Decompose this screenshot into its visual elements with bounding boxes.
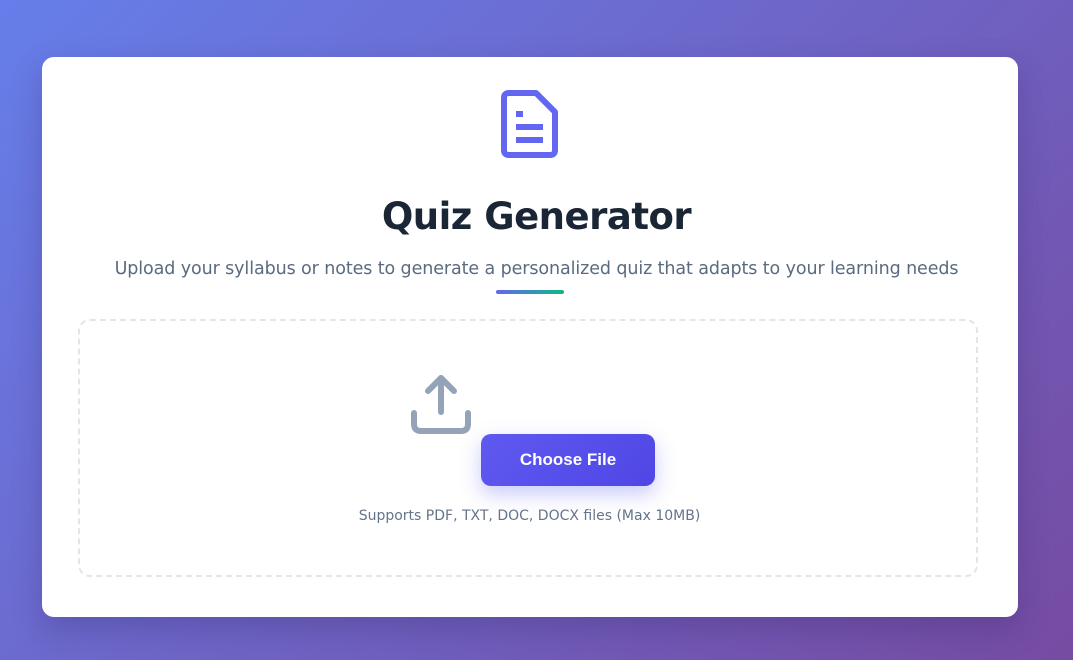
document-icon (501, 90, 558, 158)
page-title: Quiz Generator (381, 195, 692, 238)
choose-file-button[interactable]: Choose File (481, 434, 655, 486)
page-subtitle: Upload your syllabus or notes to generat… (114, 259, 959, 279)
upload-icon (411, 375, 471, 434)
title-underline (496, 290, 564, 294)
supported-formats-text: Supports PDF, TXT, DOC, DOCX files (Max … (358, 508, 701, 524)
